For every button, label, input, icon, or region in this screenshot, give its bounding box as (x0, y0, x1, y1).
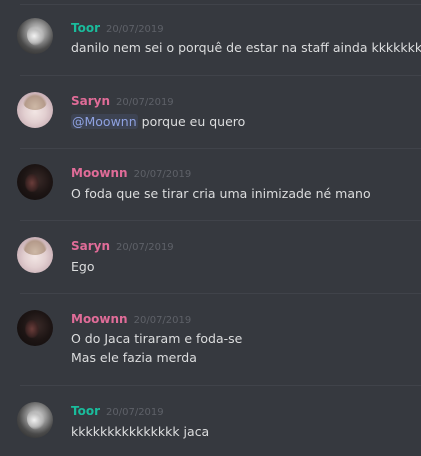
message-header: Toor 20/07/2019 (71, 21, 164, 35)
message-header: Saryn 20/07/2019 (71, 239, 174, 253)
username[interactable]: Moownn (71, 312, 128, 326)
message-divider (20, 75, 421, 76)
message-text: O foda que se tirar cria uma inimizade n… (71, 186, 371, 201)
message-divider (20, 220, 421, 221)
message-text: kkkkkkkkkkkkkkk jaca (71, 424, 210, 439)
message-text: Ego (71, 259, 95, 274)
message-divider (20, 293, 421, 294)
username[interactable]: Toor (71, 404, 100, 418)
message-header: Toor 20/07/2019 (71, 404, 164, 418)
message-divider (20, 148, 421, 149)
timestamp: 20/07/2019 (133, 169, 192, 180)
user-mention[interactable]: @Moownn (71, 114, 138, 129)
message-divider (20, 385, 421, 386)
timestamp: 20/07/2019 (133, 315, 192, 326)
dark-avatar-icon[interactable] (17, 310, 53, 346)
username[interactable]: Moownn (71, 166, 128, 180)
message-header: Saryn 20/07/2019 (71, 94, 174, 108)
message-text: Mas ele fazia merda (71, 350, 197, 365)
timestamp: 20/07/2019 (106, 407, 164, 418)
wolf-avatar-icon[interactable] (17, 402, 53, 438)
timestamp: 20/07/2019 (116, 242, 174, 253)
message-header: Moownn 20/07/2019 (71, 166, 191, 180)
username[interactable]: Saryn (71, 239, 110, 253)
girl-avatar-icon[interactable] (17, 237, 53, 273)
username[interactable]: Saryn (71, 94, 110, 108)
timestamp: 20/07/2019 (116, 97, 174, 108)
timestamp: 20/07/2019 (106, 24, 164, 35)
message-divider (20, 4, 421, 5)
username[interactable]: Toor (71, 21, 100, 35)
message-header: Moownn 20/07/2019 (71, 312, 191, 326)
message-text: @Moownn porque eu quero (71, 114, 245, 129)
chat-messages: Toor 20/07/2019 danilo nem sei o porquê … (0, 0, 421, 456)
message-text: danilo nem sei o porquê de estar na staf… (71, 40, 421, 55)
message-text: O do Jaca tiraram e foda-se (71, 331, 243, 346)
message-text-rest: porque eu quero (137, 114, 246, 129)
girl-avatar-icon[interactable] (17, 92, 53, 128)
wolf-avatar-icon[interactable] (17, 18, 53, 54)
dark-avatar-icon[interactable] (17, 164, 53, 200)
